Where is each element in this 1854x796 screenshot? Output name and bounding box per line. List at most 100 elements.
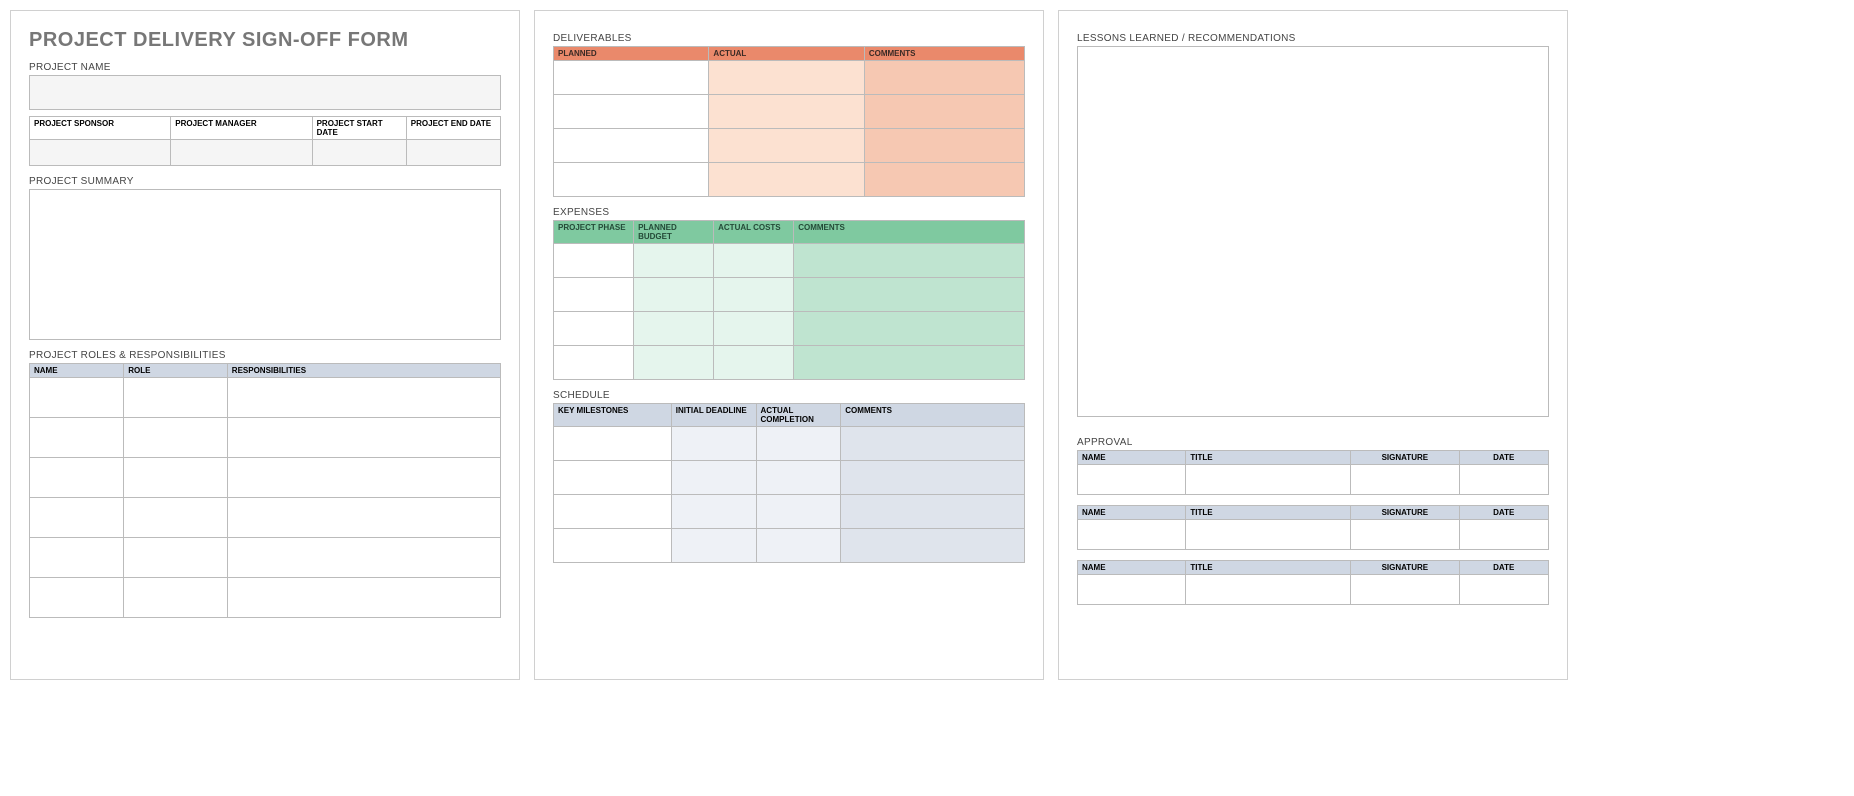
table-cell[interactable]: [841, 461, 1025, 495]
table-cell[interactable]: [124, 498, 228, 538]
table-cell[interactable]: [794, 346, 1025, 380]
project-name-label: PROJECT NAME: [29, 62, 501, 73]
table-cell[interactable]: [124, 458, 228, 498]
table-cell[interactable]: [227, 418, 500, 458]
table-cell[interactable]: [554, 461, 672, 495]
lessons-input[interactable]: [1078, 47, 1549, 417]
table-cell[interactable]: [756, 529, 841, 563]
table-cell[interactable]: [671, 529, 756, 563]
table-cell[interactable]: [864, 163, 1024, 197]
table-cell[interactable]: [634, 278, 714, 312]
appr-header-date: DATE: [1459, 451, 1549, 465]
table-cell[interactable]: [554, 95, 709, 129]
table-cell[interactable]: [1351, 520, 1459, 550]
table-cell[interactable]: [841, 495, 1025, 529]
table-cell[interactable]: [554, 312, 634, 346]
table-cell[interactable]: [227, 378, 500, 418]
table-cell[interactable]: [794, 244, 1025, 278]
appr-header-sig: SIGNATURE: [1351, 506, 1459, 520]
end-input[interactable]: [406, 140, 500, 166]
table-cell[interactable]: [1351, 465, 1459, 495]
table-cell[interactable]: [671, 461, 756, 495]
table-cell[interactable]: [554, 129, 709, 163]
table-cell[interactable]: [30, 578, 124, 618]
table-cell[interactable]: [30, 418, 124, 458]
table-cell[interactable]: [634, 312, 714, 346]
summary-label: PROJECT SUMMARY: [29, 176, 501, 187]
table-cell[interactable]: [714, 312, 794, 346]
appr-header-date: DATE: [1459, 561, 1549, 575]
table-cell[interactable]: [30, 498, 124, 538]
table-cell[interactable]: [554, 346, 634, 380]
table-cell[interactable]: [554, 244, 634, 278]
table-cell[interactable]: [714, 278, 794, 312]
table-cell[interactable]: [554, 529, 672, 563]
table-cell[interactable]: [841, 427, 1025, 461]
table-cell[interactable]: [714, 244, 794, 278]
table-cell[interactable]: [756, 461, 841, 495]
table-cell[interactable]: [124, 378, 228, 418]
table-cell[interactable]: [714, 346, 794, 380]
table-cell[interactable]: [794, 278, 1025, 312]
table-cell[interactable]: [794, 312, 1025, 346]
expenses-table: PROJECT PHASE PLANNED BUDGET ACTUAL COST…: [553, 220, 1025, 380]
table-cell[interactable]: [864, 61, 1024, 95]
approval-row-2: NAME TITLE SIGNATURE DATE: [1077, 505, 1549, 550]
table-cell[interactable]: [709, 61, 864, 95]
table-cell[interactable]: [709, 95, 864, 129]
appr-header-title: TITLE: [1186, 561, 1351, 575]
table-cell[interactable]: [709, 163, 864, 197]
table-cell[interactable]: [554, 495, 672, 529]
table-cell[interactable]: [864, 129, 1024, 163]
table-cell[interactable]: [1186, 520, 1351, 550]
table-cell[interactable]: [709, 129, 864, 163]
table-cell[interactable]: [554, 278, 634, 312]
sched-header-initial: INITIAL DEADLINE: [671, 404, 756, 427]
table-cell[interactable]: [1186, 575, 1351, 605]
table-cell[interactable]: [841, 529, 1025, 563]
appr-header-name: NAME: [1078, 561, 1186, 575]
table-cell[interactable]: [124, 418, 228, 458]
schedule-label: SCHEDULE: [553, 390, 1025, 401]
table-cell[interactable]: [756, 495, 841, 529]
table-cell[interactable]: [30, 458, 124, 498]
appr-header-sig: SIGNATURE: [1351, 561, 1459, 575]
table-cell[interactable]: [1078, 575, 1186, 605]
table-cell[interactable]: [30, 538, 124, 578]
table-cell[interactable]: [1459, 520, 1549, 550]
table-cell[interactable]: [124, 578, 228, 618]
start-label: PROJECT START DATE: [312, 117, 406, 140]
table-cell[interactable]: [30, 378, 124, 418]
table-cell[interactable]: [634, 244, 714, 278]
sponsor-label: PROJECT SPONSOR: [30, 117, 171, 140]
table-cell[interactable]: [227, 498, 500, 538]
table-cell[interactable]: [124, 538, 228, 578]
table-cell[interactable]: [756, 427, 841, 461]
start-input[interactable]: [312, 140, 406, 166]
table-cell[interactable]: [1078, 465, 1186, 495]
roles-header-role: ROLE: [124, 364, 228, 378]
table-cell[interactable]: [1186, 465, 1351, 495]
roles-table: NAME ROLE RESPONSIBILITIES: [29, 363, 501, 618]
table-cell[interactable]: [671, 495, 756, 529]
table-cell[interactable]: [227, 538, 500, 578]
table-cell[interactable]: [1459, 575, 1549, 605]
table-cell[interactable]: [634, 346, 714, 380]
table-cell[interactable]: [227, 458, 500, 498]
table-cell[interactable]: [1078, 520, 1186, 550]
table-cell[interactable]: [554, 427, 672, 461]
table-cell[interactable]: [1351, 575, 1459, 605]
roles-header-name: NAME: [30, 364, 124, 378]
table-cell[interactable]: [864, 95, 1024, 129]
table-cell[interactable]: [671, 427, 756, 461]
table-cell[interactable]: [1459, 465, 1549, 495]
manager-input[interactable]: [171, 140, 312, 166]
table-cell[interactable]: [227, 578, 500, 618]
lessons-table: [1077, 46, 1549, 417]
summary-input[interactable]: [30, 190, 501, 340]
project-name-input[interactable]: [30, 76, 501, 110]
table-cell[interactable]: [554, 163, 709, 197]
sponsor-input[interactable]: [30, 140, 171, 166]
deliv-header-planned: PLANNED: [554, 47, 709, 61]
table-cell[interactable]: [554, 61, 709, 95]
